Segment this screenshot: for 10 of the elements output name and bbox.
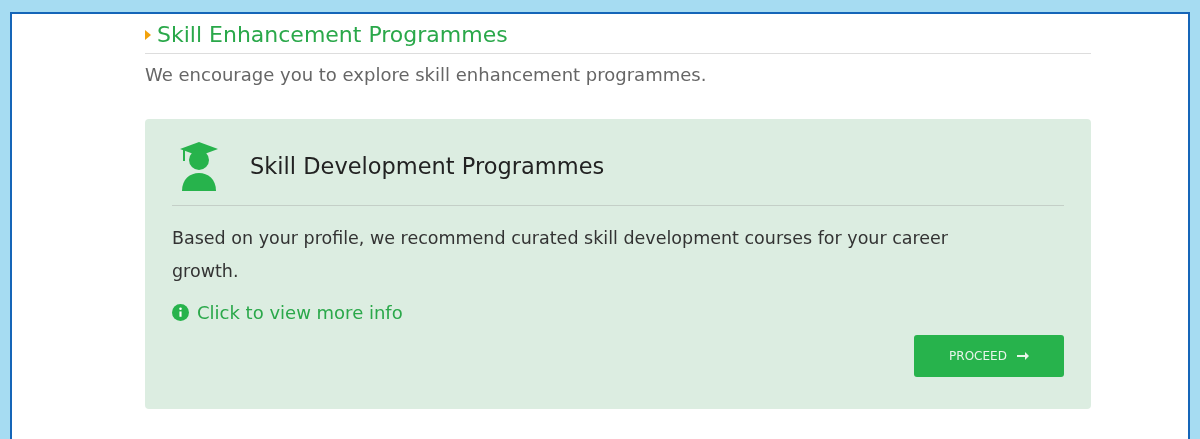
card-description: Based on your profile, we recommend curated skill development courses for your career growth.	[172, 227, 950, 283]
arrow-icon	[1016, 352, 1029, 360]
info-link[interactable]: Click to view more info	[197, 302, 403, 323]
graduate-icon	[178, 141, 220, 191]
section-title: Skill Enhancement Programmes	[157, 22, 508, 47]
card-title: Skill Development Programmes	[250, 153, 605, 179]
section-intro: We encourage you to explore skill enhancement programmes.	[145, 64, 708, 85]
info-icon	[172, 304, 189, 321]
proceed-button[interactable]: PROCEED	[914, 335, 1064, 377]
caret-icon	[145, 29, 151, 40]
